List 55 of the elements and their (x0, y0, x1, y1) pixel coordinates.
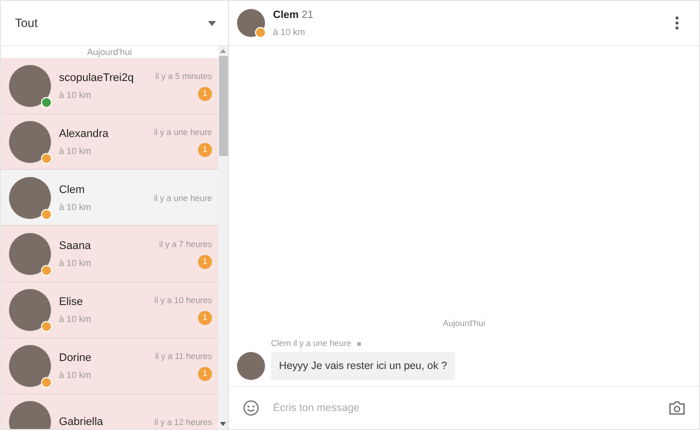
emoji-icon[interactable] (243, 400, 259, 416)
distance-text: à 10 km (59, 202, 92, 212)
distance-text: à 10 km (59, 90, 92, 100)
timestamp: il y a 12 heures (154, 416, 212, 426)
contact-name: scopulaeTrei2q (59, 72, 135, 84)
avatar-photo (9, 344, 51, 386)
scroll-thumb[interactable] (218, 56, 228, 156)
caret-icon (208, 20, 216, 26)
message-bubble: Heyyy Je vais rester ici un peu, ok ? (271, 352, 456, 380)
timestamp: il y a 7 heures (159, 238, 212, 248)
avatar-photo (9, 288, 51, 330)
distance-text: à 10 km (59, 146, 92, 156)
timestamp: il y a une heure (154, 192, 212, 202)
conversation-item[interactable]: scopulaeTrei2q à 10 km il y a 5 minutes 1 (1, 58, 218, 114)
avatar-photo (9, 176, 51, 218)
avatar-photo (9, 232, 51, 274)
distance-text: à 10 km (59, 370, 92, 380)
unread-badge: 1 (198, 366, 212, 380)
scroll-up-icon[interactable] (220, 49, 226, 53)
conversation-item[interactable]: Elise à 10 km il y a 10 heures 1 (1, 282, 218, 338)
contact-name: Gabriella (59, 416, 104, 428)
contact-name: Dorine (59, 352, 92, 364)
avatar-photo (237, 9, 265, 37)
more-options-icon[interactable] (675, 16, 679, 30)
avatar-photo (9, 120, 51, 162)
camera-icon[interactable] (669, 401, 685, 415)
timestamp: il y a une heure (154, 126, 212, 136)
contact-name: Alexandra (59, 128, 110, 140)
unread-badge: 1 (198, 254, 212, 268)
timestamp: il y a 5 minutes (155, 70, 212, 80)
contact-name: Clem 21 (273, 9, 314, 21)
distance-text: à 10 km (59, 314, 92, 324)
message-meta: Clem il y a une heure (271, 338, 456, 348)
unread-badge: 1 (198, 86, 212, 100)
unread-badge: 1 (198, 142, 212, 156)
avatar-photo (9, 64, 51, 106)
unread-badge: 1 (198, 310, 212, 324)
distance-text: à 10 km (273, 27, 306, 37)
distance-text: à 10 km (59, 258, 92, 268)
contact-name: Elise (59, 296, 84, 308)
avatar-photo (237, 352, 265, 380)
contact-name: Saana (59, 240, 92, 252)
sent-status-icon (356, 342, 361, 346)
timestamp: il y a 11 heures (154, 350, 212, 360)
conversation-item[interactable]: Saana à 10 km il y a 7 heures 1 (1, 226, 218, 282)
message-input[interactable]: Écris ton message (271, 401, 657, 415)
scroll-down-icon[interactable] (220, 422, 226, 426)
contact-name: Clem (59, 184, 86, 196)
conversation-item[interactable]: Alexandra à 10 km il y a une heure 1 (1, 114, 218, 170)
scrollbar[interactable] (218, 46, 228, 429)
conversation-item[interactable]: Gabriella il y a 12 heures (1, 394, 218, 429)
timestamp: il y a 10 heures (154, 294, 212, 304)
conversation-item[interactable]: Clem à 10 km il y a une heure (1, 170, 218, 226)
conversation-item[interactable]: Dorine à 10 km il y a 11 heures 1 (1, 338, 218, 394)
day-label: Aujourd'hui (442, 318, 486, 328)
